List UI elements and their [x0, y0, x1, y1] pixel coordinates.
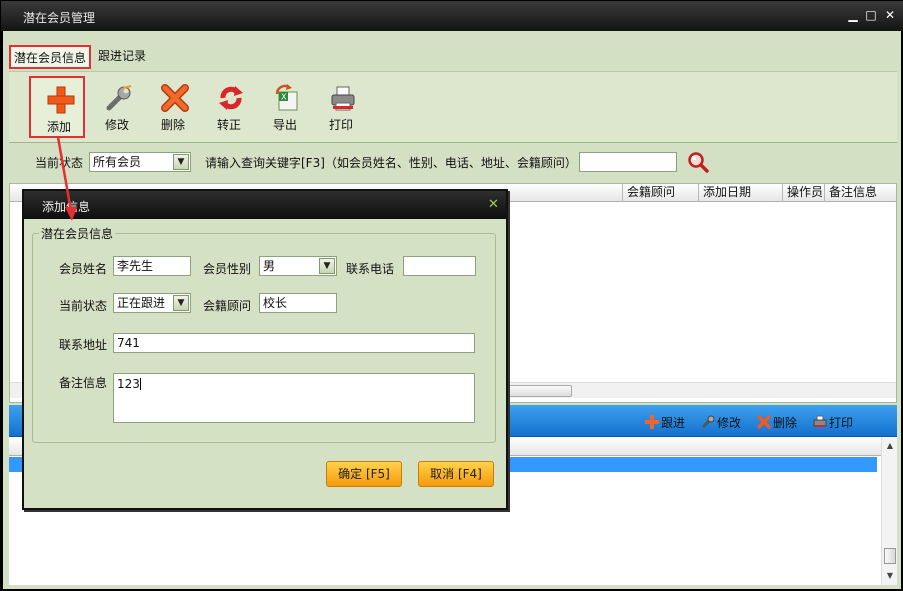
svg-text:X: X	[281, 93, 287, 102]
tab-member-info[interactable]: 潜在会员信息	[9, 45, 91, 69]
phone-label: 联系电话	[346, 262, 395, 276]
follow-grid-vscroll[interactable]: ▲ ▼	[881, 438, 897, 585]
status-filter-select[interactable]: 所有会员 ▼	[89, 152, 191, 172]
export-label: 导出	[272, 118, 297, 132]
dialog-status-value: 正在跟进	[117, 296, 166, 310]
add-label: 添加	[46, 120, 71, 134]
keyword-label: 请输入查询关键字[F3]（如会员姓名、性别、电话、地址、会籍顾问）	[205, 156, 577, 170]
confirm-button[interactable]: 确定 [F5]	[326, 461, 402, 487]
scroll-down-icon[interactable]: ▼	[884, 570, 896, 582]
printer-icon	[331, 86, 355, 111]
gender-value: 男	[263, 259, 276, 273]
dialog-close-icon[interactable]: ✕	[488, 197, 499, 212]
printer-icon	[813, 415, 827, 427]
dialog-status-label: 当前状态	[59, 299, 108, 313]
remark-label: 备注信息	[59, 376, 108, 390]
add-icon	[47, 86, 75, 114]
wrench-icon	[701, 415, 715, 429]
wrench-icon	[106, 85, 132, 111]
delete-x-icon	[757, 415, 771, 429]
group-legend: 潜在会员信息	[39, 225, 116, 242]
excel-export-icon: X	[275, 84, 298, 111]
maximize-button[interactable]: □	[863, 7, 879, 23]
follow-button[interactable]: 跟进	[645, 414, 685, 430]
col-remark[interactable]: 备注信息	[824, 184, 896, 202]
transfer-label: 转正	[216, 118, 241, 132]
dialog-title-bar[interactable]: 添加信息 ✕	[24, 191, 506, 219]
transfer-button[interactable]: 转正	[201, 76, 257, 138]
search-icon[interactable]	[687, 151, 709, 173]
main-window: 潜在会员管理 ▁ □ ✕ 潜在会员信息 跟进记录 添加 修改 删除 转正 X 导…	[0, 0, 903, 591]
status-filter-value: 所有会员	[93, 155, 142, 169]
col-advisor[interactable]: 会籍顾问	[622, 184, 698, 202]
chevron-down-icon[interactable]: ▼	[173, 295, 189, 311]
filter-bar: 当前状态 所有会员 ▼ 请输入查询关键字[F3]（如会员姓名、性别、电话、地址、…	[9, 144, 897, 180]
name-label: 会员姓名	[59, 262, 108, 276]
col-operator[interactable]: 操作员	[782, 184, 824, 202]
delete-button[interactable]: 删除	[145, 76, 201, 138]
title-bar[interactable]: 潜在会员管理 ▁ □ ✕	[1, 1, 903, 31]
gender-select[interactable]: 男 ▼	[259, 256, 337, 276]
status-filter-label: 当前状态	[35, 156, 84, 170]
follow-delete-label: 删除	[773, 416, 798, 430]
close-button[interactable]: ✕	[882, 7, 898, 23]
remark-textarea[interactable]: 123	[113, 373, 475, 423]
follow-print-button[interactable]: 打印	[813, 414, 853, 430]
delete-x-icon	[161, 84, 189, 112]
edit-button[interactable]: 修改	[89, 76, 145, 138]
name-input[interactable]: 李先生	[113, 256, 191, 276]
add-info-dialog: 添加信息 ✕ 潜在会员信息 会员姓名 李先生 会员性别 男 ▼ 联系电话 当前状…	[22, 189, 508, 510]
refresh-arrows-icon	[219, 86, 243, 110]
toolbar: 添加 修改 删除 转正 X 导出 打印	[9, 71, 897, 143]
remark-value: 123	[117, 377, 140, 391]
col-add-date[interactable]: 添加日期	[698, 184, 782, 202]
phone-input[interactable]	[403, 256, 476, 276]
member-info-group: 潜在会员信息 会员姓名 李先生 会员性别 男 ▼ 联系电话 当前状态 正在跟进 …	[32, 225, 496, 443]
add-icon	[645, 415, 659, 429]
address-label: 联系地址	[59, 338, 108, 352]
follow-label: 跟进	[661, 416, 686, 430]
dialog-status-select[interactable]: 正在跟进 ▼	[113, 293, 191, 313]
add-button[interactable]: 添加	[29, 76, 85, 138]
follow-edit-button[interactable]: 修改	[701, 414, 741, 430]
advisor-label: 会籍顾问	[203, 299, 252, 313]
gender-label: 会员性别	[203, 262, 252, 276]
dialog-title: 添加信息	[42, 200, 91, 214]
print-label: 打印	[328, 118, 353, 132]
follow-delete-button[interactable]: 删除	[757, 414, 797, 430]
follow-edit-label: 修改	[717, 416, 742, 430]
cancel-button[interactable]: 取消 [F4]	[418, 461, 494, 487]
delete-label: 删除	[160, 118, 185, 132]
address-input[interactable]: 741	[113, 333, 475, 353]
print-button[interactable]: 打印	[313, 76, 369, 138]
keyword-search-input[interactable]	[579, 152, 677, 172]
scroll-up-icon[interactable]: ▲	[884, 440, 896, 452]
follow-print-label: 打印	[829, 416, 854, 430]
export-button[interactable]: X 导出	[257, 76, 313, 138]
text-caret	[139, 378, 141, 390]
edit-label: 修改	[104, 118, 129, 132]
vscroll-thumb[interactable]	[884, 548, 896, 564]
window-title: 潜在会员管理	[23, 11, 96, 25]
chevron-down-icon[interactable]: ▼	[173, 154, 189, 170]
chevron-down-icon[interactable]: ▼	[319, 258, 335, 274]
tab-follow-records[interactable]: 跟进记录	[95, 45, 155, 69]
advisor-input[interactable]: 校长	[259, 293, 337, 313]
minimize-button[interactable]: ▁	[845, 7, 861, 23]
